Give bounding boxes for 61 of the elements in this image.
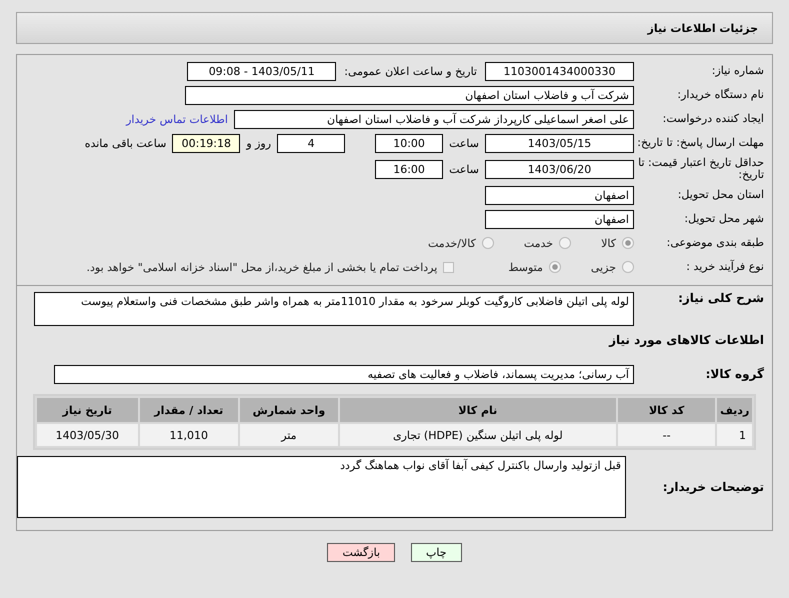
- field-label: توضیحات خریدار:: [662, 481, 764, 493]
- field-label: ایجاد کننده درخواست:: [662, 113, 764, 125]
- field-label: تاریخ و ساعت اعلان عمومی:: [344, 64, 477, 78]
- time-field: 10:00: [375, 134, 444, 152]
- field-label: شهر محل تحویل:: [683, 213, 764, 225]
- buyer-org-field: شرکت آب و فاضلاب استان اصفهان: [185, 86, 634, 104]
- radio-label: کالا/خدمت: [428, 236, 476, 250]
- field-label: استان محل تحویل:: [676, 189, 764, 201]
- column-header: ردیف: [717, 398, 752, 422]
- remaining-time-field: 00:19:18: [172, 134, 240, 152]
- page-title: جزئیات اطلاعات نیاز: [648, 22, 758, 34]
- table-cell: متر: [240, 424, 338, 446]
- table-cell: 1403/05/30: [37, 424, 138, 446]
- print-button[interactable]: چاپ: [411, 543, 462, 562]
- table-cell: 1: [717, 424, 752, 446]
- table-cell: لوله پلی اتیلن سنگین (HDPE) تجاری: [340, 424, 616, 446]
- field-label: طبقه بندی موضوعی:: [666, 237, 764, 249]
- date-field: 1403/05/15: [485, 134, 634, 152]
- goods-group-field: آب رسانی؛ مدیریت پسماند، فاضلاب و فعالیت های تصفیه: [54, 364, 634, 384]
- column-header: تاریخ نیاز: [37, 398, 138, 422]
- days-field: 4: [277, 134, 346, 152]
- field-label: مهلت ارسال پاسخ: تا تاریخ:: [636, 137, 764, 149]
- announce-date-field: 1403/05/11 - 09:08: [187, 62, 336, 80]
- contact-link[interactable]: اطلاعات تماس خریدار: [126, 112, 228, 126]
- field-label: نوع فرآیند خرید :: [685, 261, 764, 273]
- days-label: روز و: [246, 136, 272, 150]
- field-label: شماره نیاز:: [710, 65, 764, 77]
- city-field: اصفهان: [485, 210, 634, 228]
- table-cell: --: [618, 424, 716, 446]
- table-cell: 11,010: [140, 424, 238, 446]
- radio-button[interactable]: [482, 237, 494, 249]
- radio-button[interactable]: [559, 237, 572, 249]
- checkbox[interactable]: [443, 262, 454, 272]
- back-button[interactable]: بازگشت: [327, 543, 396, 562]
- need-number-field: 1103001434000330: [485, 62, 634, 80]
- radio-label: جزیی: [590, 260, 616, 274]
- province-field: اصفهان: [485, 186, 634, 204]
- column-header: واحد شمارش: [240, 398, 338, 422]
- radio-button[interactable]: [622, 237, 634, 249]
- date-field: 1403/06/20: [485, 160, 634, 178]
- time-label: ساعت: [449, 136, 479, 150]
- field-label: شرح کلی نیاز:: [677, 292, 764, 304]
- description-field: لوله پلی اتیلن فاضلابی کاروگیت کوبلر سرخود به مقدار 11010متر به همراه واشر طبق مشخصات فنی واستعلام پیوست: [34, 292, 634, 326]
- column-header: کد کالا: [618, 398, 716, 422]
- field-label: گروه کالا:: [704, 368, 764, 380]
- time-label: ساعت: [449, 162, 479, 176]
- field-label: حداقل تاریخ اعتبار قیمت: تا تاریخ:: [637, 157, 764, 181]
- radio-button[interactable]: [548, 261, 561, 273]
- radio-button[interactable]: [622, 261, 634, 273]
- requester-field: علی اصغر اسماعیلی کارپرداز شرکت آب و فاضلاب استان اصفهان: [234, 110, 634, 128]
- field-label: نام دستگاه خریدار:: [676, 89, 764, 101]
- radio-label: متوسط: [508, 260, 543, 274]
- column-header: تعداد / مقدار: [140, 398, 238, 422]
- section-title: اطلاعات کالاهای مورد نیاز: [609, 333, 764, 347]
- checkbox-label: پرداخت تمام یا بخشی از مبلغ خرید،از محل "اسناد خزانه اسلامی" خواهد بود.: [86, 260, 438, 274]
- radio-label: کالا: [601, 236, 616, 250]
- buyer-notes-field: قبل ازتولید وارسال باکنترل کیفی آبفا آقای نواب هماهنگ گردد: [17, 456, 626, 518]
- remaining-label: ساعت باقی مانده: [84, 136, 166, 150]
- time-field: 16:00: [375, 160, 444, 178]
- radio-label: خدمت: [524, 236, 554, 250]
- column-header: نام کالا: [340, 398, 616, 422]
